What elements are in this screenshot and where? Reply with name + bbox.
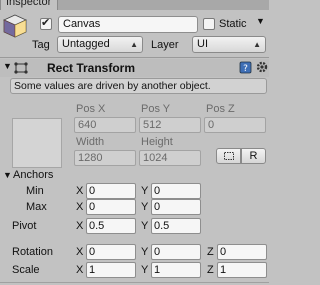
static-checkbox[interactable] [203,18,215,30]
svg-text:?: ? [243,64,248,74]
bottom-divider [0,282,269,283]
rotation-x-axis: X [76,246,84,258]
driven-values-text: Some values are driven by another object… [14,80,211,92]
pos-z-field[interactable]: 0 [204,117,266,133]
chevron-down-icon: ▲ [130,40,138,49]
anchor-max-y-field[interactable]: 0 [151,199,201,215]
anchors-foldout-arrow-icon[interactable]: ▼ [3,170,12,180]
foldout-arrow-icon[interactable]: ▼ [3,61,12,71]
scale-y-field[interactable]: 1 [151,262,201,278]
anchor-preset-preview[interactable] [12,118,62,168]
help-book-icon[interactable]: ? [239,61,252,74]
driven-values-notice: Some values are driven by another object… [10,78,267,94]
tag-dropdown-value: Untagged [62,38,110,50]
pos-x-field: 640 [74,117,136,133]
pivot-y-field[interactable]: 0.5 [151,218,201,234]
anchor-max-x-axis: X [76,201,84,213]
pos-x-label: Pos X [76,103,106,115]
anchor-max-x-field[interactable]: 0 [86,199,136,215]
pivot-x-field[interactable]: 0.5 [86,218,136,234]
layer-label: Layer [151,39,179,51]
scale-y-axis: Y [141,264,149,276]
tag-dropdown[interactable]: Untagged ▲ [57,36,143,53]
pivot-x-axis: X [76,220,84,232]
anchor-min-x-field[interactable]: 0 [86,183,136,199]
tab-inspector-label: Inspector [6,0,52,8]
rotation-y-field[interactable]: 0 [151,244,201,260]
chevron-down-icon: ▲ [253,40,261,49]
static-label: Static [219,18,247,30]
anchor-min-x-axis: X [76,185,84,197]
blueprint-mode-button[interactable] [216,148,241,164]
height-field: 1024 [139,150,201,166]
pivot-y-axis: Y [141,220,149,232]
gear-icon[interactable] [255,60,269,74]
scale-z-field[interactable]: 1 [217,262,267,278]
gameobject-name-field[interactable]: Canvas [58,16,198,33]
anchor-min-y-axis: Y [141,185,149,197]
anchors-label: Anchors [13,169,54,181]
width-label: Width [76,136,105,148]
layer-dropdown-value: UI [197,38,208,50]
width-field: 1280 [74,150,136,166]
scale-z-axis: Z [207,264,214,276]
raw-edit-button[interactable]: R [241,148,266,164]
blueprint-mode-icon [223,152,234,160]
anchor-min-label: Min [26,185,44,197]
tag-label: Tag [32,39,50,51]
rotation-z-axis: Z [207,246,214,258]
anchor-min-y-field[interactable]: 0 [151,183,201,199]
cube-icon [3,14,27,38]
rotation-label: Rotation [12,246,53,258]
pos-y-field: 512 [139,117,201,133]
rotation-x-field[interactable]: 0 [86,244,136,260]
anchor-max-label: Max [26,201,47,213]
scale-x-axis: X [76,264,84,276]
active-checkbox[interactable] [40,16,52,30]
static-dropdown-arrow-icon[interactable]: ▼ [256,16,265,26]
rotation-y-axis: Y [141,246,149,258]
scale-x-field[interactable]: 1 [86,262,136,278]
scale-label: Scale [12,264,40,276]
pos-y-label: Pos Y [141,103,171,115]
pos-z-label: Pos Z [206,103,235,115]
layer-dropdown[interactable]: UI ▲ [192,36,266,53]
height-label: Height [141,136,173,148]
rect-transform-icon [14,62,28,74]
rect-transform-title: Rect Transform [47,61,136,75]
divider [0,57,269,58]
rotation-z-field[interactable]: 0 [217,244,267,260]
anchor-max-y-axis: Y [141,201,149,213]
pivot-label: Pivot [12,220,37,232]
